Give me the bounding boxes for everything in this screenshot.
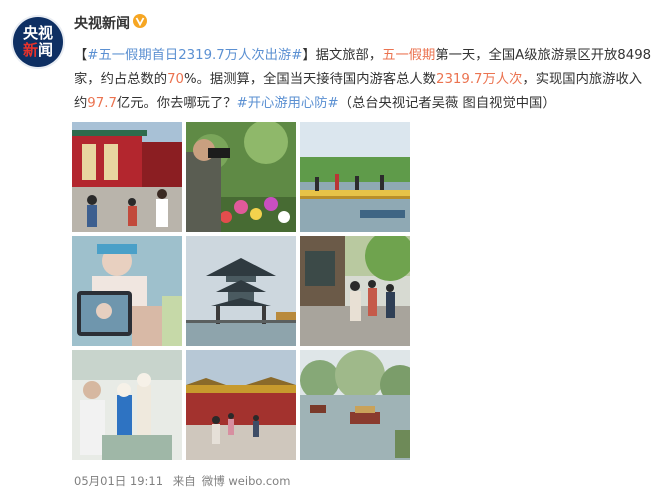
topic-link[interactable]: #五一假期首日2319.7万人次出游# xyxy=(87,48,302,63)
post-text-1: 据文旅部， xyxy=(315,48,383,63)
topic-open-bracket: 【 xyxy=(74,48,88,63)
keyword-visitors: 2319.7万人次 xyxy=(435,72,523,87)
keyword-revenue: 97.7 xyxy=(87,96,117,111)
avatar-text-line1: 央视 xyxy=(22,24,53,42)
verified-badge-icon xyxy=(133,14,147,28)
photo-thumbnail[interactable] xyxy=(186,122,296,232)
post-meta: 05月01日 19:11 来自 微博 weibo.com xyxy=(74,473,296,489)
photo-thumbnail[interactable] xyxy=(300,236,410,346)
photo-thumbnail[interactable] xyxy=(72,350,182,460)
photo-thumbnail[interactable] xyxy=(300,122,410,232)
post-text-6: （总台央视记者吴薇 图自视觉中国） xyxy=(338,96,556,111)
post-text-3: %。据测算，全国当天接待国内游客总人数 xyxy=(184,72,436,87)
post-timestamp[interactable]: 05月01日 19:11 xyxy=(74,474,163,488)
avatar-text-line2: 新闻 xyxy=(22,41,54,59)
post-text-5: 亿元。你去哪玩了？ xyxy=(116,96,237,111)
source-link[interactable]: 微博 weibo.com xyxy=(202,474,291,488)
account-name[interactable]: 央视新闻 xyxy=(74,13,130,33)
photo-thumbnail[interactable] xyxy=(72,122,182,232)
post-content: 【#五一假期首日2319.7万人次出游#】据文旅部，五一假期第一天，全国A级旅游… xyxy=(74,44,654,116)
keyword-holiday: 五一假期 xyxy=(382,48,436,63)
photo-thumbnail[interactable] xyxy=(186,350,296,460)
avatar[interactable]: 央视 新闻 xyxy=(13,17,63,67)
photo-thumbnail[interactable] xyxy=(186,236,296,346)
photo-thumbnail[interactable] xyxy=(300,350,410,460)
keyword-percent: 70 xyxy=(167,72,184,87)
photo-thumbnail[interactable] xyxy=(72,236,182,346)
topic-close-bracket: 】 xyxy=(302,48,316,63)
source-prefix: 来自 xyxy=(172,474,196,488)
photo-grid xyxy=(72,122,410,460)
hashtag-link[interactable]: #开心游用心防# xyxy=(237,96,339,111)
